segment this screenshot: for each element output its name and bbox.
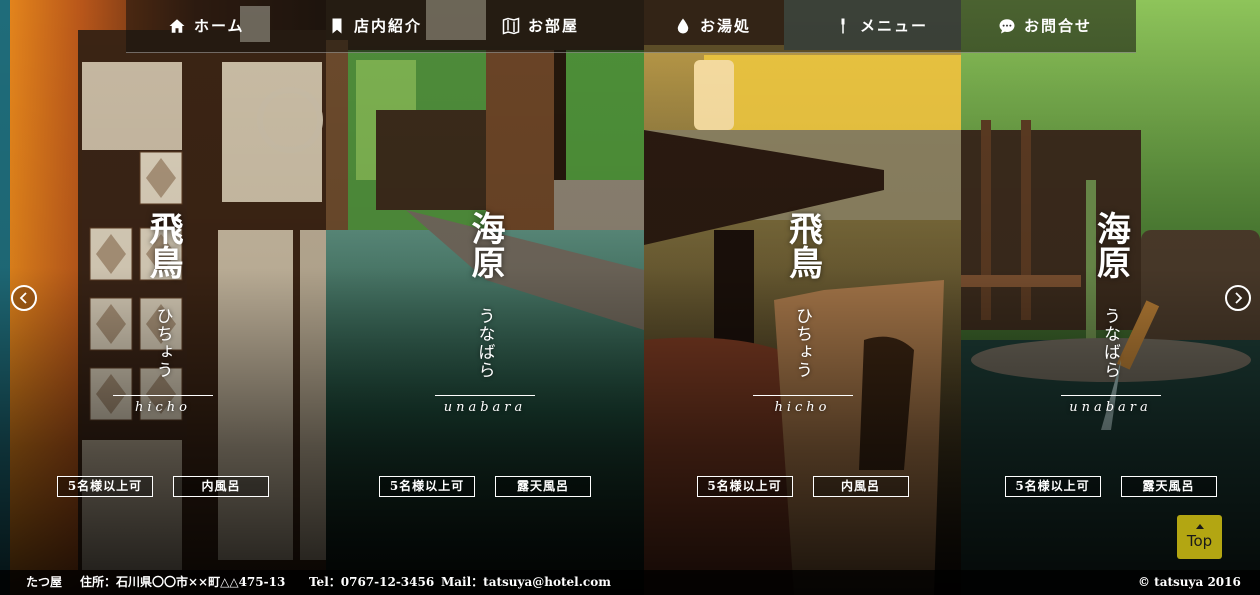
nav-item-home[interactable]: ホーム <box>168 15 245 36</box>
footer-address: 住所：石川県〇〇市××町△△475-13 <box>80 575 286 589</box>
room-name-kana: うなばら <box>474 307 495 379</box>
capacity-tag[interactable]: 5名様以上可 <box>57 476 153 497</box>
drop-icon <box>677 18 689 33</box>
map-icon <box>502 16 520 35</box>
nav-label: お問合せ <box>1024 17 1093 35</box>
room-title-block: 飛鳥 ひちょう hicho <box>0 205 326 415</box>
nav-label: お湯処 <box>700 17 752 35</box>
chevron-left-icon <box>19 292 27 304</box>
bath-tag[interactable]: 内風呂 <box>812 476 909 497</box>
room-tags: 5名様以上可 内風呂 <box>644 476 961 497</box>
fork-icon <box>841 18 845 33</box>
bookmark-icon <box>332 18 342 33</box>
bath-tag[interactable]: 内風呂 <box>173 476 269 497</box>
room-carousel: 飛鳥 ひちょう hicho 5名様以上可 内風呂 海原 うなばら unabara… <box>0 0 1260 595</box>
arrow-up-icon <box>1195 524 1204 529</box>
nav-label: ホーム <box>194 17 245 35</box>
divider <box>1060 395 1161 396</box>
room-panel-1[interactable]: 飛鳥 ひちょう hicho 5名様以上可 内風呂 <box>0 0 327 595</box>
home-icon <box>169 18 185 33</box>
divider <box>435 395 535 396</box>
room-name-roman: hicho <box>134 400 191 415</box>
nav-label: お部屋 <box>528 17 580 35</box>
main-nav: ホーム 店内紹介 お部屋 お湯処 メニュー お問合せ <box>126 0 1136 53</box>
nav-item-contact[interactable]: お問合せ <box>998 15 1092 36</box>
capacity-tag[interactable]: 5名様以上可 <box>696 476 793 497</box>
chevron-right-icon <box>1235 292 1243 304</box>
carousel-next-button[interactable] <box>1225 285 1251 311</box>
divider <box>752 395 853 396</box>
back-to-top-button[interactable]: Top <box>1177 515 1222 559</box>
nav-item-menu[interactable]: メニュー <box>834 15 928 36</box>
nav-item-baths[interactable]: お湯処 <box>674 15 751 36</box>
footer-tel: Tel：0767-12-3456 <box>309 575 435 589</box>
room-name-kanji: 飛鳥 <box>782 211 823 279</box>
room-panel-4[interactable]: 海原 うなばら unabara 5名様以上可 露天風呂 <box>961 0 1260 595</box>
nav-label: メニュー <box>860 17 929 35</box>
room-panel-3[interactable]: 飛鳥 ひちょう hicho 5名様以上可 内風呂 <box>644 0 962 595</box>
room-name-kanji: 海原 <box>1090 211 1131 279</box>
room-name-kana: うなばら <box>1100 307 1120 379</box>
chat-bubble-icon <box>999 18 1015 33</box>
nav-item-about[interactable]: 店内紹介 <box>328 15 422 36</box>
room-name-roman: hicho <box>774 400 831 415</box>
nav-item-rooms[interactable]: お部屋 <box>502 15 579 36</box>
capacity-tag[interactable]: 5名様以上可 <box>1004 476 1101 497</box>
divider <box>113 395 213 396</box>
footer-mail[interactable]: Mail：tatsuya@hotel.com <box>441 570 611 595</box>
room-name-roman: unabara <box>1069 400 1152 415</box>
room-name-kana: ひちょう <box>152 307 173 379</box>
room-name-kana: ひちょう <box>792 307 812 379</box>
room-title-block: 海原 うなばら unabara <box>961 205 1260 415</box>
room-tags: 5名様以上可 露天風呂 <box>326 476 644 497</box>
top-label: Top <box>1186 532 1213 550</box>
carousel-prev-button[interactable] <box>11 285 37 311</box>
room-tags: 5名様以上可 内風呂 <box>0 476 326 497</box>
nav-label: 店内紹介 <box>354 17 423 35</box>
room-panel-2[interactable]: 海原 うなばら unabara 5名様以上可 露天風呂 <box>326 0 645 595</box>
room-name-kanji: 海原 <box>465 211 505 279</box>
capacity-tag[interactable]: 5名様以上可 <box>379 476 475 497</box>
footer-copyright: © tatsuya 2016 <box>1138 575 1241 589</box>
room-name-kanji: 飛鳥 <box>143 211 183 279</box>
bath-tag[interactable]: 露天風呂 <box>495 476 591 497</box>
footer-name: たつ屋 <box>26 575 63 589</box>
room-title-block: 海原 うなばら unabara <box>326 205 644 415</box>
bath-tag[interactable]: 露天風呂 <box>1120 476 1217 497</box>
room-name-roman: unabara <box>443 400 527 415</box>
footer: たつ屋 住所：石川県〇〇市××町△△475-13 Tel：0767-12-345… <box>0 570 1260 595</box>
room-tags: 5名様以上可 露天風呂 <box>961 476 1260 497</box>
room-title-block: 飛鳥 ひちょう hicho <box>644 205 961 415</box>
